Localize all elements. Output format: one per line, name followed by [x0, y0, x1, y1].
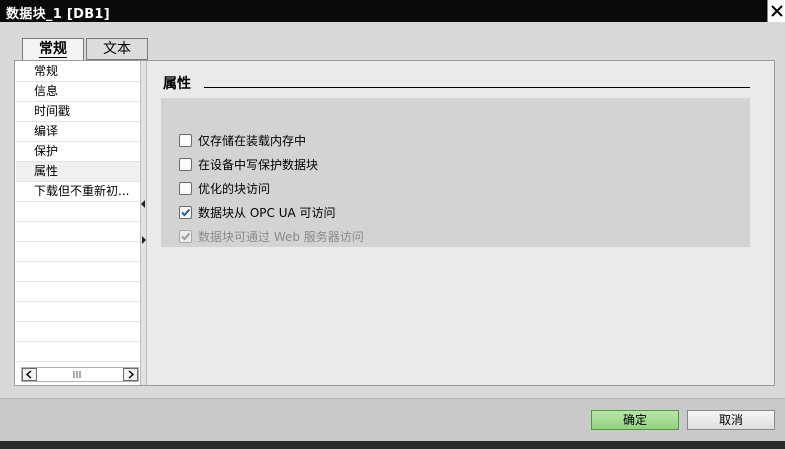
checkbox-opc-ua-access[interactable]	[179, 206, 192, 219]
nav-item-attributes[interactable]: 属性	[16, 162, 140, 182]
tab-general-label: 常规	[39, 41, 67, 58]
nav-empty-row	[16, 222, 140, 242]
nav-item-info[interactable]: 信息	[16, 82, 140, 102]
scroll-left-button[interactable]	[22, 368, 37, 381]
close-icon	[771, 5, 783, 17]
checkbox-write-protect[interactable]	[179, 158, 192, 171]
dialog-body: 常规 文本 常规 信息 时间戳 编译 保护 属性 下载但不重新初... 属性 仅…	[0, 22, 785, 398]
option-label: 数据块从 OPC UA 可访问	[198, 206, 336, 220]
option-label: 数据块可通过 Web 服务器访问	[198, 230, 364, 244]
option-label: 在设备中写保护数据块	[198, 158, 319, 172]
nav-item-general[interactable]: 常规	[16, 62, 140, 82]
checkmark-icon	[181, 208, 191, 217]
section-title: 属性	[163, 76, 191, 92]
nav-empty-row	[16, 282, 140, 302]
option-label: 仅存储在装载内存中	[198, 134, 307, 148]
content-box: 常规 信息 时间戳 编译 保护 属性 下载但不重新初... 属性 仅存储在装载内…	[14, 60, 775, 386]
tab-text[interactable]: 文本	[86, 38, 148, 60]
nav-item-protection[interactable]: 保护	[16, 142, 140, 162]
collapse-left-icon[interactable]	[141, 200, 146, 208]
nav-empty-row	[16, 302, 140, 322]
window-bottom-edge	[0, 441, 785, 449]
section-divider	[204, 87, 750, 88]
checkbox-load-memory-only[interactable]	[179, 134, 192, 147]
expand-right-icon[interactable]	[141, 236, 146, 244]
nav-empty-row	[16, 262, 140, 282]
window-title: 数据块_1 [DB1]	[6, 7, 110, 22]
nav-item-compile[interactable]: 编译	[16, 122, 140, 142]
nav-item-timestamp[interactable]: 时间戳	[16, 102, 140, 122]
properties-dialog: 数据块_1 [DB1] 常规 文本 常规 信息 时间戳 编译 保护 属性 下载但…	[0, 0, 785, 449]
checkbox-optimized-access[interactable]	[179, 182, 192, 195]
ok-button[interactable]: 确定	[591, 410, 679, 430]
option-label: 优化的块访问	[198, 182, 271, 196]
checkmark-icon	[181, 232, 191, 241]
chevron-right-icon	[128, 370, 135, 379]
nav-tree: 常规 信息 时间戳 编译 保护 属性 下载但不重新初...	[16, 62, 140, 364]
properties-pane-inner: 属性 仅存储在装载内存中 在设备中写保护数据块 优化的块访问 数据块从 OPC …	[147, 61, 774, 385]
nav-empty-row	[16, 242, 140, 262]
close-button[interactable]	[767, 0, 785, 22]
nav-item-download[interactable]: 下载但不重新初...	[16, 182, 140, 202]
tab-text-label: 文本	[103, 41, 131, 57]
scroll-right-button[interactable]	[123, 368, 138, 381]
properties-pane: 属性 仅存储在装载内存中 在设备中写保护数据块 优化的块访问 数据块从 OPC …	[147, 61, 774, 385]
cancel-button[interactable]: 取消	[687, 410, 775, 430]
checkbox-web-server-access	[179, 230, 192, 243]
nav-empty-row	[16, 202, 140, 222]
panel-splitter[interactable]	[140, 61, 147, 385]
attributes-panel: 仅存储在装载内存中 在设备中写保护数据块 优化的块访问 数据块从 OPC UA …	[161, 98, 750, 247]
scroll-thumb-grip-icon[interactable]	[72, 370, 82, 381]
nav-horizontal-scrollbar[interactable]	[21, 367, 139, 382]
nav-empty-row	[16, 342, 140, 362]
tab-general[interactable]: 常规	[22, 38, 84, 61]
chevron-left-icon	[25, 370, 32, 379]
title-bar[interactable]: 数据块_1 [DB1]	[0, 0, 785, 22]
nav-empty-row	[16, 322, 140, 342]
